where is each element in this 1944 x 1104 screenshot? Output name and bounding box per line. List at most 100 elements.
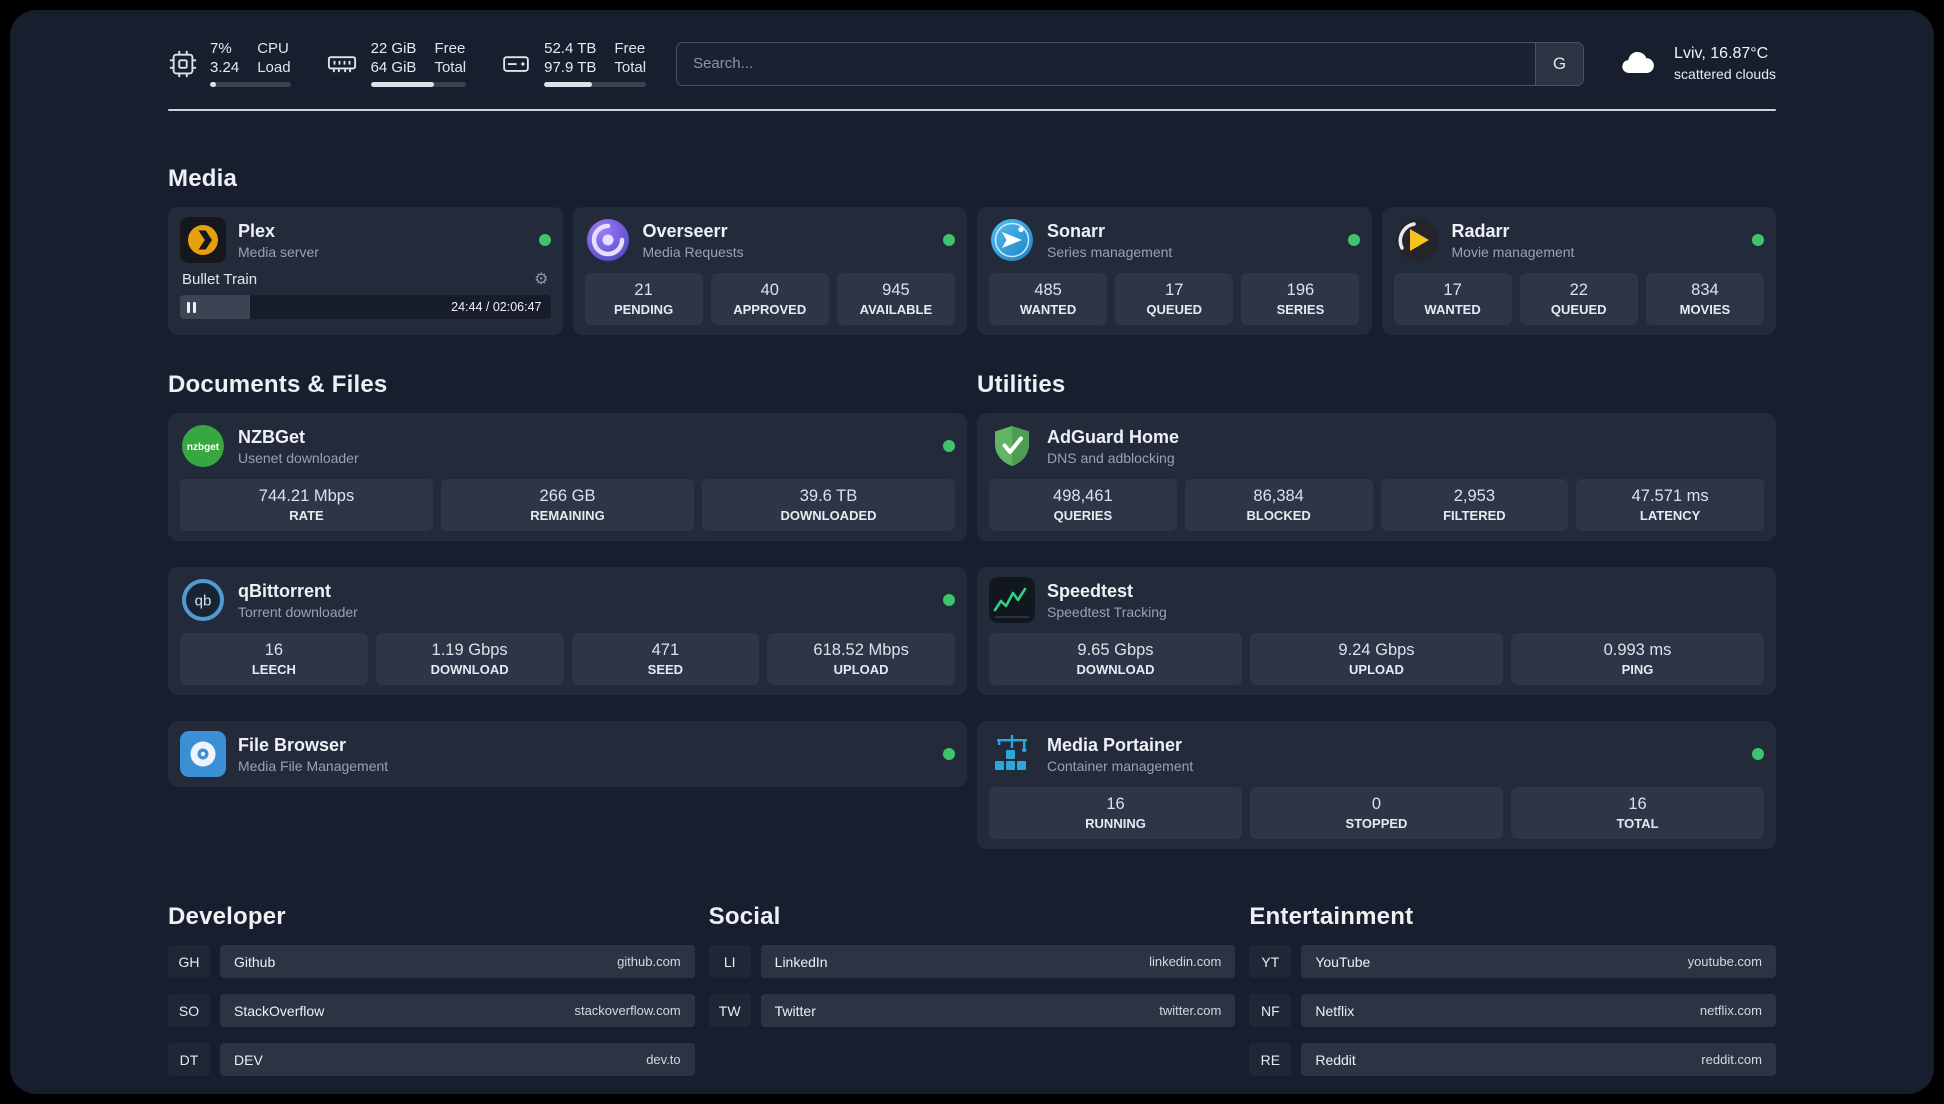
bookmark-domain: twitter.com (1159, 1003, 1222, 1018)
bookmark-name: Twitter (774, 1002, 816, 1019)
app-name: qBittorrent (238, 580, 331, 601)
app-name: AdGuard Home (1047, 426, 1180, 447)
stat-value: 744.21 Mbps (258, 487, 355, 505)
stat-label: LATENCY (1639, 508, 1701, 523)
status-dot (943, 748, 955, 760)
gear-icon[interactable]: ⚙ (534, 271, 548, 288)
bookmark-icon: GH (168, 945, 210, 978)
bookmark-icon: NF (1249, 994, 1292, 1027)
bookmark-name: Netflix (1315, 1002, 1355, 1019)
stat-tile: 266 GB REMAINING (441, 479, 694, 531)
stat-value: 40 (760, 281, 779, 299)
stat-tile: 0.993 ms PING (1511, 633, 1764, 685)
bookmark-name: LinkedIn (774, 953, 828, 970)
app-card-qbittorrent[interactable]: qb qBittorrent Torrent downloader 16 LEE… (168, 567, 967, 695)
app-card-header: Media Portainer Container management (989, 731, 1764, 777)
stat-tile: 945 AVAILABLE (836, 273, 955, 325)
stat-value: 0 (1371, 795, 1382, 813)
stat-tile: 498,461 QUERIES (989, 479, 1177, 531)
sys-label: Free (614, 40, 646, 57)
bookmark-icon: YT (1249, 945, 1292, 978)
stat-label: RATE (289, 508, 324, 523)
stat-tile: 744.21 Mbps RATE (180, 479, 433, 531)
stat-tile: 47.571 ms LATENCY (1576, 479, 1764, 531)
app-card-portainer[interactable]: Media Portainer Container management 16 … (977, 721, 1776, 849)
app-card-speedtest[interactable]: Speedtest Speedtest Tracking 9.65 Gbps D… (977, 567, 1776, 695)
app-card-radarr[interactable]: Radarr Movie management 17 WANTED 22 QUE… (1381, 207, 1776, 335)
bookmark-link[interactable]: DEV dev.to (220, 1043, 695, 1076)
app-titles: Speedtest Speedtest Tracking (1047, 581, 1167, 620)
svg-text:qb: qb (195, 593, 212, 610)
stat-tile: 22 QUEUED (1519, 273, 1638, 325)
stat-label: UPLOAD (1349, 662, 1404, 677)
app-subtitle: Media File Management (238, 757, 389, 774)
app-titles: Overseerr Media Requests (643, 221, 744, 260)
app-card-header: nzbget NZBGet Usenet downloader (180, 423, 955, 469)
app-subtitle: Series management (1047, 243, 1173, 260)
app-card-overseerr[interactable]: Overseerr Media Requests 21 PENDING 40 A… (572, 207, 967, 335)
divider (168, 109, 1776, 111)
bookmark-link[interactable]: Twitter twitter.com (760, 994, 1236, 1027)
cpu-icon (168, 49, 198, 79)
app-card-sonarr[interactable]: Sonarr Series management 485 WANTED 17 Q… (977, 207, 1372, 335)
bookmark-link[interactable]: StackOverflow stackoverflow.com (220, 994, 695, 1027)
bookmark-link[interactable]: Github github.com (220, 945, 695, 978)
system-stat-values: 7% CPU 3.24 Load (210, 40, 291, 76)
search-engine-button[interactable]: G (1535, 42, 1584, 85)
bookmark-link[interactable]: YouTube youtube.com (1301, 945, 1776, 978)
middle-columns: Documents & Files nzbget NZBGet Usenet d… (168, 371, 1776, 849)
stat-tile: 834 MOVIES (1645, 273, 1764, 325)
app-card-nzbget[interactable]: nzbget NZBGet Usenet downloader 744.21 M… (168, 413, 967, 541)
stat-value: 1.19 Gbps (431, 641, 508, 659)
system-stats: 7% CPU 3.24 Load 22 GiB Free 64 GiB Total 52.4… (168, 40, 647, 87)
status-dot (1752, 234, 1764, 246)
app-card-plex[interactable]: Plex Media server Bullet Train ⚙ 24:44 /… (168, 207, 563, 335)
status-dot (943, 440, 955, 452)
app-name: Plex (238, 220, 276, 241)
stat-value: 17 (1165, 281, 1184, 299)
stat-label: RUNNING (1085, 816, 1146, 831)
svg-text:nzbget: nzbget (187, 442, 220, 453)
stat-value: 618.52 Mbps (813, 641, 909, 659)
section-title: Media (168, 165, 238, 192)
usage-bar-fill (210, 82, 216, 87)
link-section: Entertainment YT YouTube youtube.com NF … (1249, 903, 1776, 1076)
topbar: 7% CPU 3.24 Load 22 GiB Free 64 GiB Total 52.4… (168, 40, 1776, 87)
bookmark: LI LinkedIn linkedin.com (708, 945, 1236, 978)
seek-bar[interactable]: 24:44 / 02:06:47 (180, 295, 551, 319)
system-stat-values: 52.4 TB Free 97.9 TB Total (544, 40, 646, 76)
stat-value: 945 (882, 281, 910, 299)
app-subtitle: Movie management (1451, 243, 1575, 260)
bookmark-link[interactable]: LinkedIn linkedin.com (760, 945, 1236, 978)
status-dot (1347, 234, 1360, 246)
app-name: Speedtest (1047, 580, 1134, 601)
stat-label: BLOCKED (1246, 508, 1311, 523)
stat-tile: 196 SERIES (1241, 273, 1360, 325)
bookmark-link[interactable]: Netflix netflix.com (1301, 994, 1776, 1027)
bookmark-domain: netflix.com (1699, 1003, 1762, 1018)
stat-value: 0.993 ms (1603, 641, 1672, 659)
disk-icon (500, 49, 532, 79)
bookmark: GH Github github.com (168, 945, 695, 978)
portainer-icon (989, 731, 1035, 777)
search-input[interactable] (677, 42, 1536, 85)
section-title: Developer (168, 903, 286, 930)
app-card-adguard[interactable]: AdGuard Home DNS and adblocking 498,461 … (977, 413, 1776, 541)
app-subtitle: Speedtest Tracking (1047, 603, 1167, 620)
speedtest-icon (989, 577, 1035, 623)
app-card-header: Plex Media server (180, 217, 551, 263)
bookmark-link[interactable]: Reddit reddit.com (1301, 1043, 1776, 1076)
stat-tile: 9.65 Gbps DOWNLOAD (989, 633, 1242, 685)
app-card-filebrowser[interactable]: File Browser Media File Management (168, 721, 967, 787)
app-titles: Media Portainer Container management (1047, 735, 1193, 774)
sys-label: Total (614, 59, 647, 76)
app-name: File Browser (238, 734, 347, 755)
app-titles: AdGuard Home DNS and adblocking (1047, 427, 1179, 466)
stats-grid: 17 WANTED 22 QUEUED 834 MOVIES (1393, 273, 1765, 325)
app-titles: Plex Media server (238, 221, 319, 260)
stat-tile: 618.52 Mbps UPLOAD (767, 633, 955, 685)
system-stat: 52.4 TB Free 97.9 TB Total (500, 40, 647, 87)
pause-icon[interactable] (187, 301, 196, 313)
bookmark: YT YouTube youtube.com (1249, 945, 1776, 978)
app-subtitle: Media Requests (642, 243, 744, 260)
